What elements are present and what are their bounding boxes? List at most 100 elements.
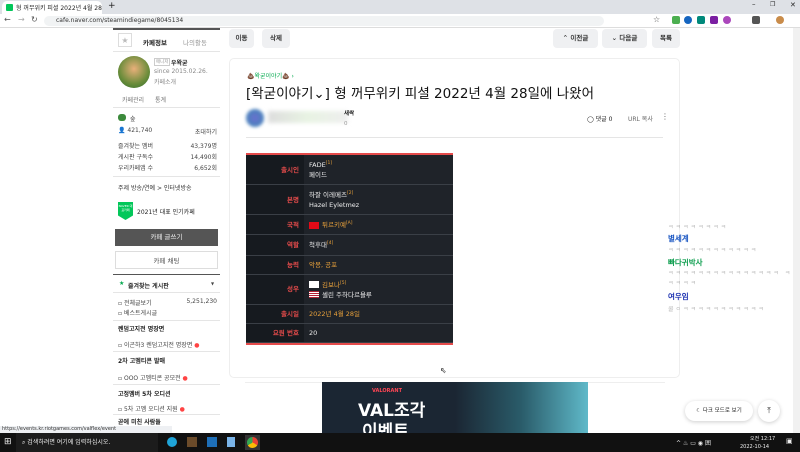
windows-taskbar: ⊞ ⌕ 검색하려면 여기에 입력하십시오. ^ ♨ ▭ ◉ 囲 오전 12:17… bbox=[0, 433, 800, 452]
move-button[interactable]: 이동 bbox=[229, 29, 254, 48]
turkey-flag-icon bbox=[309, 221, 319, 229]
fav-boards-header[interactable]: 즐겨찾는 게시판 bbox=[128, 281, 169, 290]
extension-icon[interactable] bbox=[684, 16, 692, 24]
maximize-icon[interactable]: ❐ bbox=[770, 1, 775, 8]
infobox-row: 본명 하잘 이레메즈[2] Hazel Eyletmez bbox=[246, 184, 453, 216]
extension-icon[interactable] bbox=[672, 16, 680, 24]
minimize-icon[interactable]: – bbox=[752, 0, 756, 8]
board-item[interactable]: ▫ 베스트게시글 bbox=[118, 308, 217, 317]
forward-icon[interactable]: → bbox=[18, 15, 25, 24]
agent-infobox: 출시인 FADE[1] 페이드 본명 하잘 이레메즈[2] Hazel Eyletmez… bbox=[246, 153, 453, 345]
author-name-blurred[interactable] bbox=[268, 111, 348, 123]
system-tray-icons[interactable]: ^ ♨ ▭ ◉ 囲 bbox=[676, 438, 711, 447]
valorant-ad-banner[interactable]: VALORANT VAL조각 이벤트 bbox=[322, 382, 588, 433]
board-group-header[interactable]: 2차 고멤티콘 발매 bbox=[118, 356, 217, 365]
comment-link[interactable]: ◯ 댓글 0 bbox=[587, 114, 612, 123]
view-count: 0 bbox=[344, 121, 348, 127]
award-text: 2021년 대표 인기카페 bbox=[137, 209, 195, 216]
infobox-row: 국적 튀르키예[A] bbox=[246, 214, 453, 236]
author-grade: 새싹 bbox=[344, 111, 355, 117]
tab-cafe-info[interactable]: 카페정보 bbox=[143, 37, 167, 47]
board-group-header[interactable]: 렌덤고지전 명장면 bbox=[118, 324, 217, 333]
board-group-header[interactable]: 곧에 미친 사람들 bbox=[118, 417, 217, 426]
article-card: 💩왁굳이야기💩 › [왁굳이야기⌄] 형 꺼무위키 피셜 2022년 4월 28… bbox=[229, 58, 680, 378]
scroll-top-button[interactable]: ⤒ bbox=[758, 400, 780, 422]
article-title: [왁굳이야기⌄] 형 꺼무위키 피셜 2022년 4월 28일에 나왔어 bbox=[246, 86, 594, 102]
next-post-button[interactable]: ⌄ 다음글 bbox=[602, 29, 647, 48]
chrome-icon[interactable] bbox=[245, 435, 260, 450]
reload-icon[interactable]: ↻ bbox=[31, 15, 38, 24]
dark-mode-button[interactable]: ☾ 다크 모드로 보기 bbox=[685, 401, 753, 421]
cafe-chat-button[interactable]: 카페 채팅 bbox=[115, 251, 218, 269]
bookmark-star-icon[interactable]: ☆ bbox=[653, 15, 660, 24]
new-badge-icon: ● bbox=[194, 342, 200, 349]
cafe-manage-link[interactable]: 카페관리 bbox=[122, 95, 144, 104]
since-date: since 2015.02.26. bbox=[154, 68, 208, 75]
star-icon[interactable]: ★ bbox=[118, 33, 132, 47]
cafe-write-button[interactable]: 카페 글쓰기 bbox=[115, 229, 218, 246]
url-input[interactable]: cafe.naver.com/steamindiegame/8045134 bbox=[44, 16, 604, 26]
app-icon[interactable] bbox=[227, 437, 235, 447]
edge-icon[interactable] bbox=[167, 437, 177, 447]
infobox-row: 능력 악몽, 공포 bbox=[246, 255, 453, 275]
prev-post-button[interactable]: ⌃ 이전글 bbox=[553, 29, 598, 48]
board-item[interactable]: ▫ 이곤하3 렌덤고지전 명장면 ● bbox=[118, 340, 217, 349]
clock-date[interactable]: 2022-10-14 bbox=[740, 444, 769, 450]
member-count: 421,740 bbox=[127, 127, 153, 134]
cafe-intro-link[interactable]: 카페소개 bbox=[154, 77, 176, 86]
ad-headline: 이벤트 bbox=[362, 422, 409, 433]
category-link[interactable]: 💩왁굳이야기💩 › bbox=[247, 71, 294, 80]
close-window-icon[interactable]: ✕ bbox=[790, 1, 796, 9]
url-copy-button[interactable]: URL 복사 bbox=[628, 114, 653, 123]
scrollbar[interactable] bbox=[793, 28, 800, 433]
naver-award-badge: NAVER 대표카페 bbox=[118, 202, 133, 220]
board-item[interactable]: ▫ 5차 고멤 오디션 지원 ● bbox=[118, 404, 217, 413]
board-item[interactable]: ▫ OOO 고멤티콘 공모전 ● bbox=[118, 373, 217, 382]
taskbar-search-input[interactable]: ⌕ 검색하려면 여기에 입력하십시오. bbox=[16, 433, 158, 452]
comment-author[interactable]: 여우임 bbox=[668, 291, 689, 302]
manager-badge: 매니저 bbox=[154, 58, 171, 66]
back-icon[interactable]: ← bbox=[4, 15, 11, 24]
comment-author[interactable]: 빠다귀박사 bbox=[668, 257, 703, 268]
manager-name[interactable]: 우왁굳 bbox=[171, 58, 188, 67]
vscode-icon[interactable] bbox=[207, 437, 217, 447]
windows-start-icon[interactable]: ⊞ bbox=[4, 437, 12, 447]
profile-avatar[interactable] bbox=[776, 16, 784, 24]
moon-icon: ☾ bbox=[696, 408, 702, 414]
browser-tab[interactable]: 형 꺼무위키 피셜 2022년 4월 28✕ bbox=[2, 1, 102, 14]
fav-star-icon: ★ bbox=[119, 280, 125, 287]
board-group-header[interactable]: 고정멤버 5차 오디션 bbox=[118, 389, 217, 398]
infobox-row: 요원 번호 20 bbox=[246, 323, 453, 343]
comment-text: 쿨ㅇㅋㅋㅋㅋㅋㅋㅋㅋㅋㅋㅋ bbox=[668, 306, 766, 313]
cafe-topic[interactable]: 주제 방송/연예 > 인터넷방송 bbox=[118, 183, 192, 192]
delete-button[interactable]: 삭제 bbox=[262, 29, 290, 48]
stat-value: 43,379명 bbox=[190, 143, 217, 150]
new-badge-icon: ● bbox=[179, 406, 185, 413]
forest-level-icon bbox=[118, 114, 126, 121]
list-button[interactable]: 목록 bbox=[652, 29, 680, 48]
cafe-profile-image bbox=[118, 56, 150, 88]
tab-my-activity[interactable]: 나의활동 bbox=[183, 37, 207, 47]
clock-time[interactable]: 오전 12:17 bbox=[750, 435, 775, 442]
comment-text: ㅋㅋㅋㅋㅋㅋㅋㅋㅋㅋㅋㅋ bbox=[668, 247, 759, 254]
ad-brand: VALORANT bbox=[372, 388, 402, 394]
author-avatar[interactable] bbox=[246, 109, 264, 127]
cafe-level: 숲 bbox=[130, 116, 136, 123]
extension-icon[interactable] bbox=[710, 16, 718, 24]
chevron-down-icon[interactable]: ▼ bbox=[211, 281, 214, 286]
board-item[interactable]: ▫ 전체글보기 5,251,230 bbox=[118, 298, 217, 307]
extension-icon[interactable] bbox=[697, 16, 705, 24]
extensions-puzzle-icon[interactable] bbox=[752, 16, 760, 24]
comment-author[interactable]: 별세계 bbox=[668, 233, 689, 244]
new-tab-icon[interactable]: + bbox=[108, 1, 116, 11]
notification-icon[interactable]: ▣ bbox=[786, 437, 793, 445]
stats-link[interactable]: 통계 bbox=[155, 95, 166, 104]
mouse-cursor-icon: ⇖ bbox=[440, 366, 447, 375]
extension-icon[interactable] bbox=[723, 16, 731, 24]
invite-link[interactable]: 초대하기 bbox=[195, 127, 217, 136]
more-icon[interactable]: ⋮ bbox=[661, 112, 669, 121]
minecraft-icon[interactable] bbox=[187, 437, 197, 447]
tab-bar: 형 꺼무위키 피셜 2022년 4월 28✕ + – ❐ ✕ bbox=[0, 0, 800, 14]
new-badge-icon: ● bbox=[182, 375, 188, 382]
stat-value: 6,652회 bbox=[194, 165, 217, 172]
